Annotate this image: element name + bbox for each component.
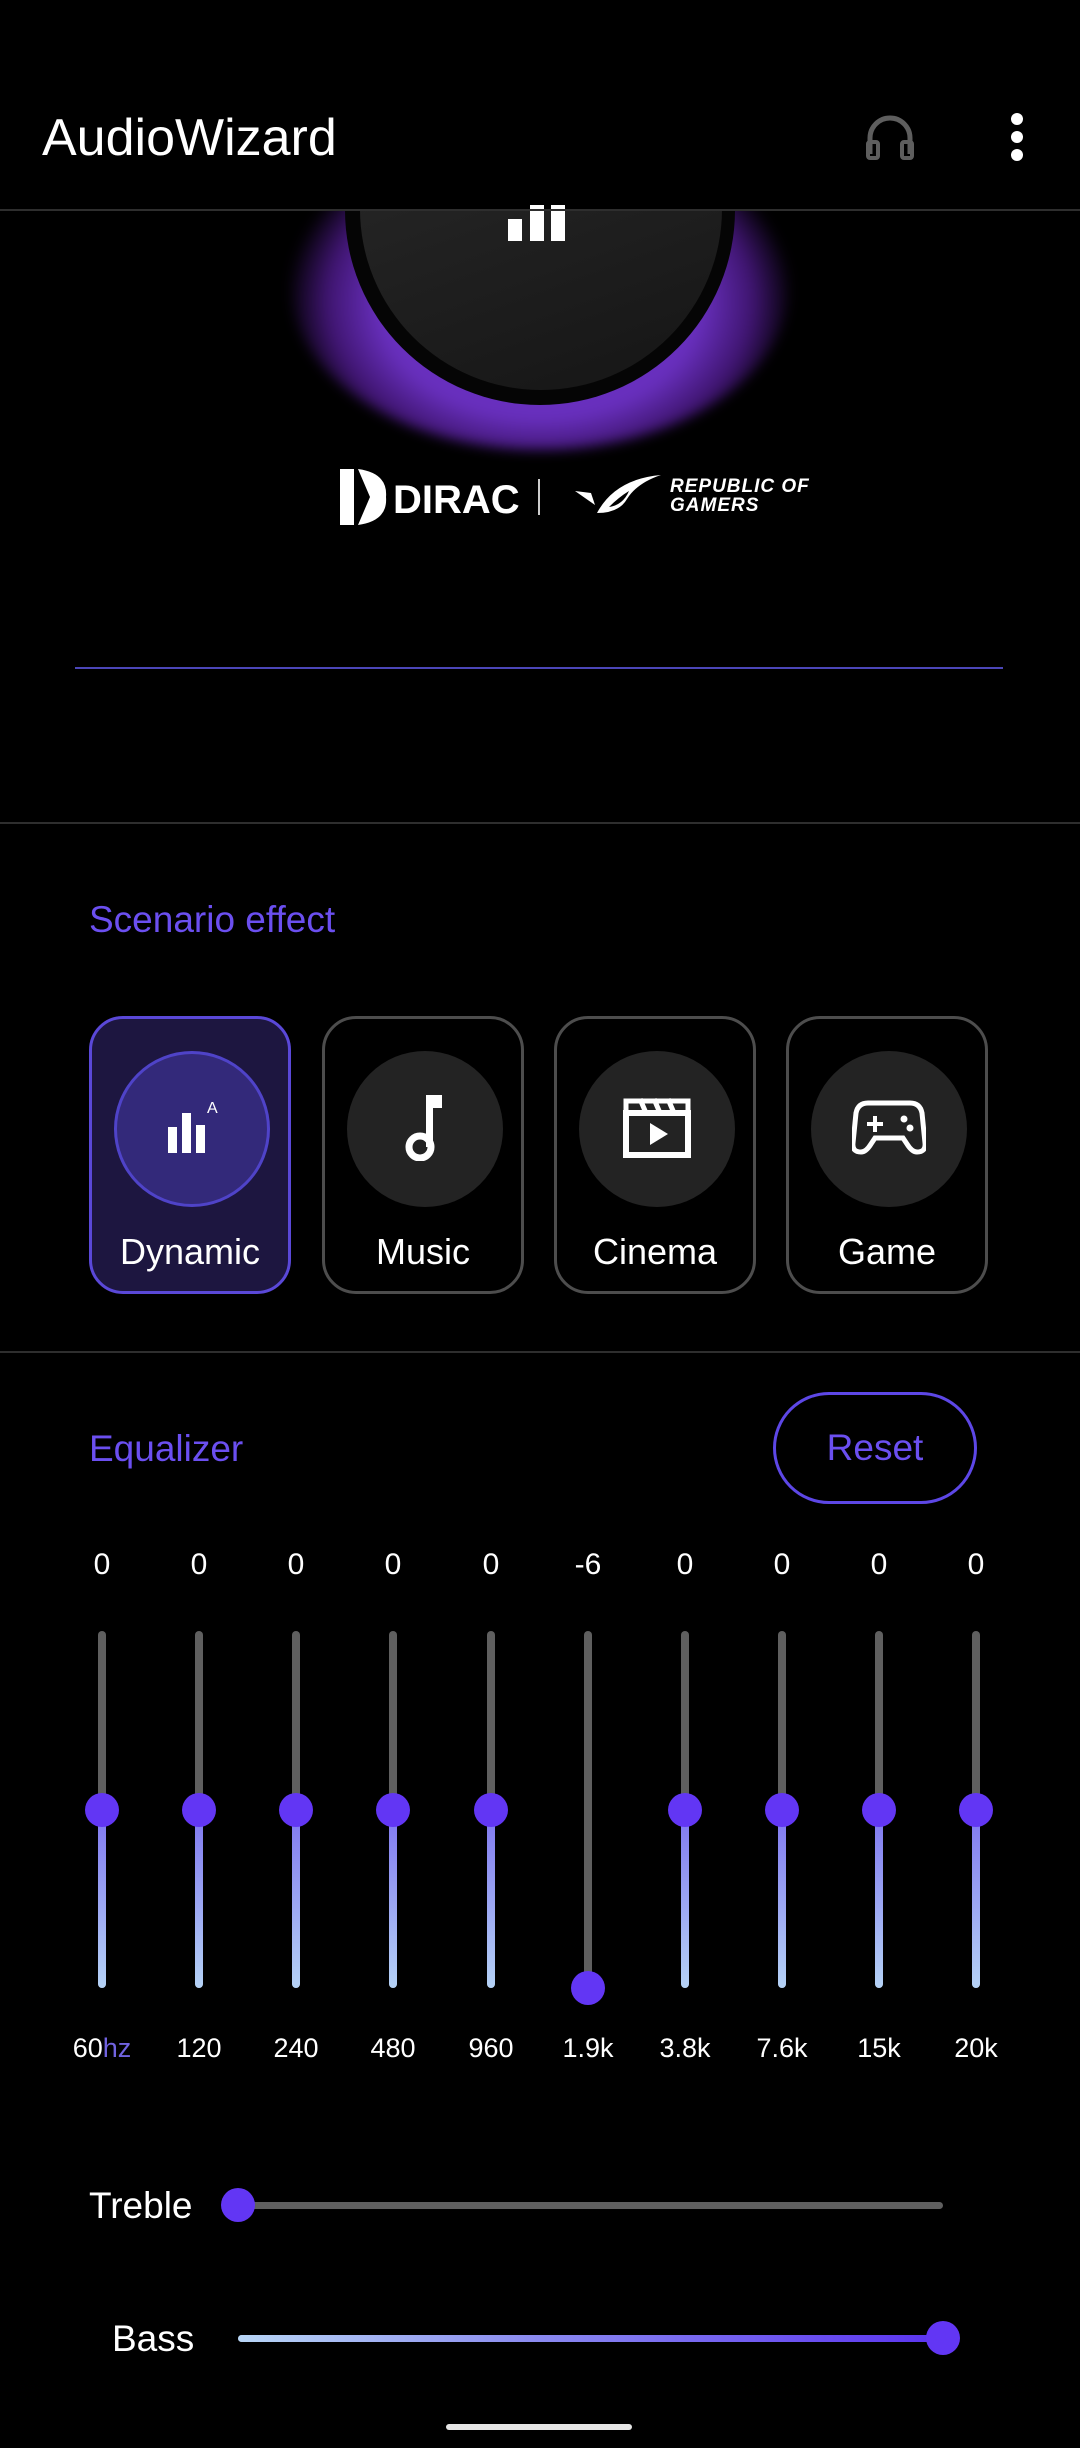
scenario-card-dynamic[interactable]: A Dynamic	[89, 1016, 291, 1294]
eq-band-fill	[195, 1809, 203, 1988]
rog-eye-icon	[575, 473, 663, 526]
scenario-label: Game	[837, 1231, 937, 1272]
scenario-card-music[interactable]: Music	[322, 1016, 524, 1294]
scenario-label: Music	[375, 1231, 470, 1272]
eq-frequency-value: 60	[72, 2033, 103, 2063]
eq-band-thumb[interactable]	[474, 1792, 508, 1827]
treble-thumb[interactable]	[221, 2188, 255, 2222]
section-divider	[0, 822, 1080, 824]
eq-frequency-value: 20k	[954, 2033, 998, 2063]
eq-band-fill	[778, 1809, 786, 1988]
eq-band-thumb[interactable]	[862, 1792, 896, 1827]
section-divider	[0, 1351, 1080, 1353]
eq-band-fill	[681, 1809, 689, 1988]
eq-band-value: 0	[482, 1548, 500, 1581]
treble-label: Treble	[89, 2185, 193, 2226]
reset-button[interactable]: Reset	[773, 1392, 977, 1504]
eq-band-thumb[interactable]	[85, 1792, 119, 1827]
scenario-label: Dynamic	[119, 1231, 261, 1272]
eq-frequency-value: 240	[273, 2033, 319, 2063]
logo-separator	[538, 479, 540, 515]
eq-band-frequency: 960	[441, 2033, 541, 2064]
eq-frequency-value: 15k	[857, 2033, 901, 2063]
eq-band-thumb[interactable]	[182, 1792, 216, 1827]
eq-band-frequency: 480	[343, 2033, 443, 2064]
eq-band-frequency: 240	[246, 2033, 346, 2064]
eq-band-value: 0	[773, 1548, 791, 1581]
headphones-icon[interactable]	[862, 110, 918, 171]
eq-band-frequency: 20k	[926, 2033, 1026, 2064]
scenario-card-game[interactable]: Game	[786, 1016, 988, 1294]
eq-band-thumb[interactable]	[765, 1792, 799, 1827]
clapperboard-icon	[622, 1095, 692, 1164]
eq-band-frequency: 15k	[829, 2033, 929, 2064]
svg-text:A: A	[207, 1100, 218, 1117]
accent-divider	[75, 667, 1003, 669]
eq-band-fill	[875, 1809, 883, 1988]
more-options-icon[interactable]	[1005, 112, 1029, 167]
rog-brand: REPUBLIC OF GAMERS	[670, 477, 810, 515]
scenario-icon-circle	[811, 1051, 967, 1207]
eq-band-value: 0	[93, 1548, 111, 1581]
eq-frequency-value: 960	[468, 2033, 514, 2063]
eq-band-frequency: 7.6k	[732, 2033, 832, 2064]
home-indicator[interactable]	[446, 2424, 632, 2430]
eq-band-track[interactable]	[584, 1631, 592, 1988]
scenario-title: Scenario effect	[89, 899, 336, 940]
eq-band-value: 0	[676, 1548, 694, 1581]
eq-band-frequency: 1.9k	[538, 2033, 638, 2064]
eq-band-thumb[interactable]	[376, 1792, 410, 1827]
app-title: AudioWizard	[42, 109, 337, 167]
eq-band-thumb[interactable]	[571, 1971, 605, 2005]
bass-thumb[interactable]	[926, 2321, 960, 2355]
eq-band-value: 0	[967, 1548, 985, 1581]
eq-band-thumb[interactable]	[279, 1792, 313, 1827]
scenario-icon-circle: A	[114, 1051, 270, 1207]
eq-frequency-value: 120	[176, 2033, 222, 2063]
treble-track[interactable]	[238, 2202, 943, 2209]
scenario-label: Cinema	[592, 1231, 718, 1272]
eq-frequency-value: 7.6k	[756, 2033, 808, 2063]
dynamic-bars-icon: A	[162, 1097, 222, 1162]
bass-fill	[238, 2335, 943, 2342]
dirac-brand: DIRAC	[393, 478, 520, 522]
eq-band-thumb[interactable]	[668, 1792, 702, 1827]
eq-frequency-value: 3.8k	[659, 2033, 711, 2063]
brand-logos: DIRAC REPUBLIC OF GAMERS	[0, 465, 1080, 535]
eq-band-fill	[98, 1809, 106, 1988]
gamepad-icon	[850, 1099, 928, 1160]
rog-brand-line1: REPUBLIC OF	[670, 476, 810, 497]
eq-band-value: 0	[870, 1548, 888, 1581]
eq-band-value: 0	[190, 1548, 208, 1581]
eq-band-value: -6	[574, 1548, 602, 1581]
eq-band-fill	[389, 1809, 397, 1988]
equalizer-bars-icon	[508, 205, 568, 250]
eq-band-frequency: 3.8k	[635, 2033, 735, 2064]
eq-frequency-value: 480	[370, 2033, 416, 2063]
music-note-icon	[400, 1093, 450, 1166]
eq-band-fill	[972, 1809, 980, 1988]
eq-band-frequency: 60hz	[52, 2033, 152, 2064]
bass-label: Bass	[112, 2318, 195, 2359]
equalizer-title: Equalizer	[89, 1428, 244, 1469]
eq-band-value: 0	[287, 1548, 305, 1581]
eq-band-thumb[interactable]	[959, 1792, 993, 1827]
app-bar	[0, 0, 1080, 210]
eq-band-fill	[292, 1809, 300, 1988]
eq-band-fill	[487, 1809, 495, 1988]
eq-band-value: 0	[384, 1548, 402, 1581]
app-bar-divider	[0, 209, 1080, 211]
eq-frequency-value: 1.9k	[562, 2033, 614, 2063]
scenario-icon-circle	[579, 1051, 735, 1207]
scenario-card-cinema[interactable]: Cinema	[554, 1016, 756, 1294]
rog-brand-line2: GAMERS	[670, 495, 760, 516]
dirac-logo-icon	[340, 469, 388, 530]
eq-frequency-unit: hz	[102, 2033, 132, 2063]
scenario-icon-circle	[347, 1051, 503, 1207]
eq-band-frequency: 120	[149, 2033, 249, 2064]
